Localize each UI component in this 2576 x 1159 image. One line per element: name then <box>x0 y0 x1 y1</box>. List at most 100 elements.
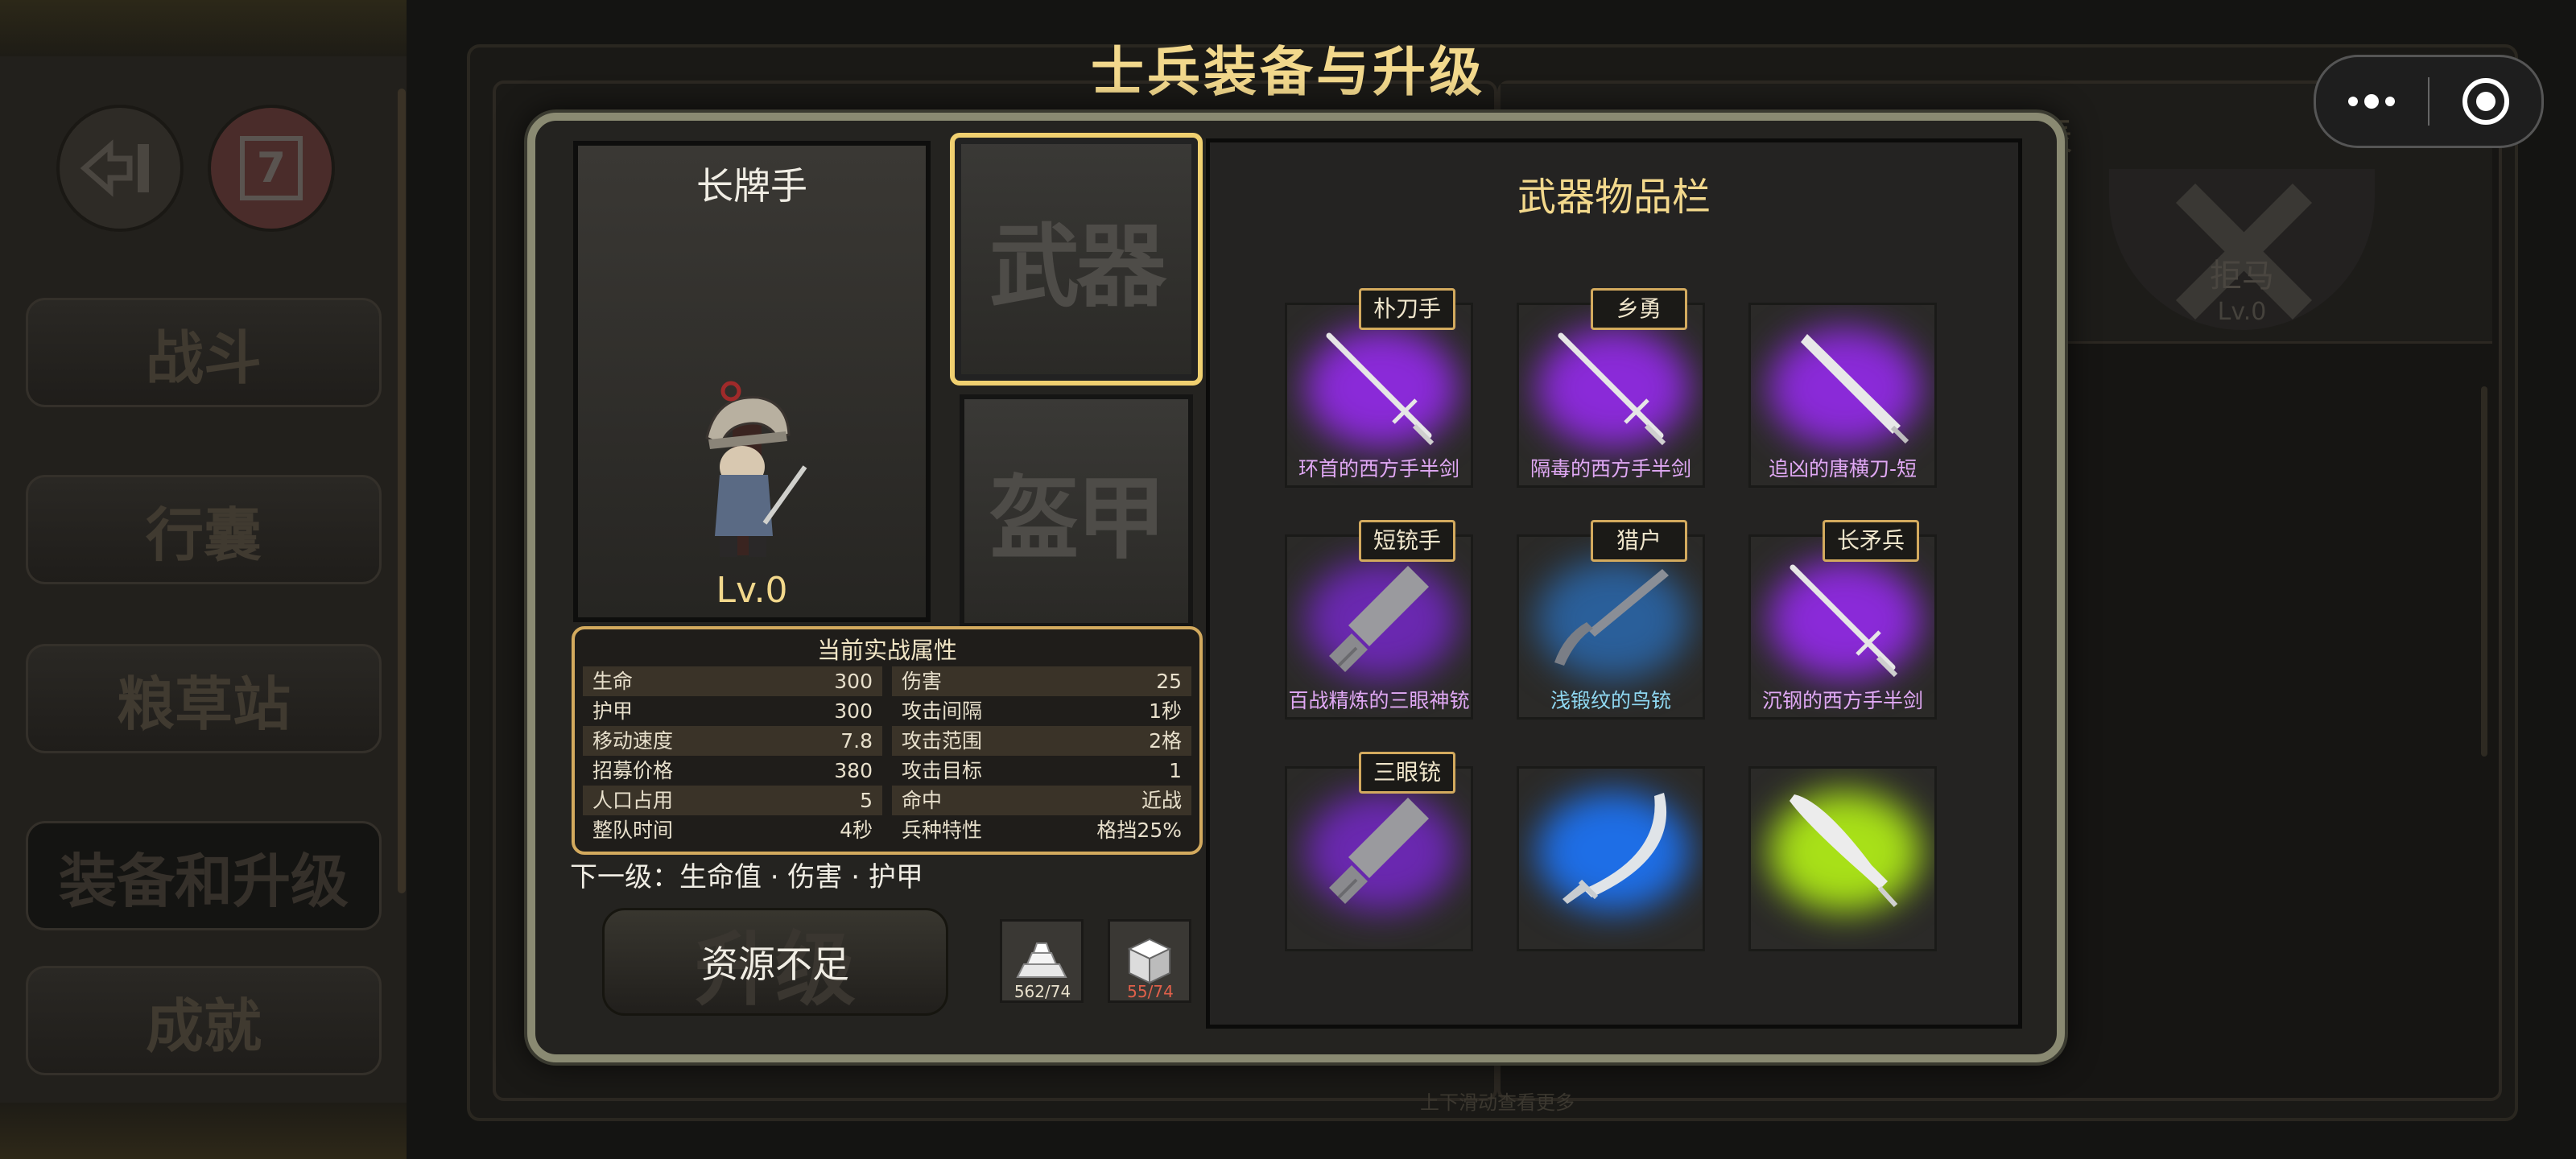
stat-value: 7.8 <box>840 729 873 753</box>
item-name: 沉钢的西方手半剑 <box>1761 689 1923 712</box>
unit-name: 长牌手 <box>696 164 807 208</box>
stat-label: 护甲 <box>592 699 634 723</box>
stat-row: 伤害 25 <box>892 666 1191 696</box>
item-name: 百战精炼的三眼神铳 <box>1288 689 1470 712</box>
stats-title: 当前实战属性 <box>816 637 957 664</box>
target-icon <box>2462 78 2509 125</box>
stat-value: 1 <box>1169 759 1182 782</box>
stat-label: 移动速度 <box>592 729 674 753</box>
stat-row: 兵种特性 格挡25% <box>892 815 1191 845</box>
unit-tag: 短铳手 <box>1359 520 1455 562</box>
armor-slot[interactable]: 盔甲 <box>960 394 1193 628</box>
inventory-item[interactable]: 百战精炼的三眼神铳 <box>1285 534 1473 720</box>
juma-level: Lv.0 <box>2217 298 2267 326</box>
calendar-button[interactable]: 7 <box>208 105 335 232</box>
upgrade-button[interactable]: 升级 资源不足 <box>602 908 948 1016</box>
stat-label: 攻击目标 <box>902 759 983 782</box>
stat-label: 人口占用 <box>592 789 674 812</box>
stat-row: 生命 300 <box>583 666 882 696</box>
stat-value: 1秒 <box>1149 699 1182 723</box>
stat-row: 命中 近战 <box>892 786 1191 815</box>
silver-count: 562/74 <box>1013 982 1071 1001</box>
inventory-title: 武器物品栏 <box>1517 175 1711 220</box>
tab-equip-upgrade[interactable]: 装备和升级 <box>26 821 382 930</box>
close-button[interactable] <box>2429 57 2541 146</box>
cube-count: 55/74 <box>1127 982 1174 1001</box>
stat-row: 护甲 300 <box>583 696 882 726</box>
item-name: 追凶的唐横刀-短 <box>1768 457 1918 481</box>
stat-value: 300 <box>834 699 873 723</box>
stat-row: 整队时间 4秒 <box>583 815 882 845</box>
combat-stats-panel: 当前实战属性 生命 300 伤害 25 护甲 300 攻击间隔 1秒移动速度 7.8 攻击范围 2格… <box>572 626 1203 855</box>
inventory-item[interactable]: 环首的西方手半剑 <box>1285 303 1473 488</box>
back-button[interactable] <box>56 105 184 232</box>
unit-tag: 乡勇 <box>1591 288 1687 330</box>
upgrade-button-label: 资源不足 <box>701 942 849 986</box>
blade-icon <box>1801 334 1909 444</box>
stats-grid: 生命 300 伤害 25 护甲 300 攻击间隔 1秒移动速度 7.8 攻击范围 2格招募价格 380… <box>583 666 1191 845</box>
inventory-item[interactable]: 浅锻纹的鸟铳 <box>1517 534 1705 720</box>
stat-label: 伤害 <box>902 670 943 693</box>
juma-label: 拒马 <box>2210 258 2274 295</box>
inventory-item[interactable]: 追凶的唐横刀-短 <box>1748 303 1937 488</box>
mini-program-capsule <box>2314 55 2544 148</box>
dao-icon <box>1790 794 1898 908</box>
stat-row: 攻击范围 2格 <box>892 726 1191 756</box>
stat-value: 2格 <box>1149 729 1182 753</box>
tab-battle[interactable]: 战斗 <box>26 298 382 407</box>
stat-value: 4秒 <box>840 819 873 842</box>
more-dots-icon <box>2348 94 2396 109</box>
stat-label: 整队时间 <box>592 819 674 842</box>
item-name: 隔毒的西方手半剑 <box>1530 457 1691 481</box>
tab-achievements[interactable]: 成就 <box>26 966 382 1075</box>
exit-arrow-icon <box>80 139 149 197</box>
soldier-sprite <box>705 381 807 557</box>
calendar-icon: 7 <box>240 136 303 200</box>
stat-label: 兵种特性 <box>902 819 983 842</box>
item-name: 环首的西方手半剑 <box>1298 457 1459 481</box>
stat-label: 命中 <box>902 789 943 812</box>
unit-tag: 三眼铳 <box>1359 752 1455 794</box>
stat-value: 格挡25% <box>1096 819 1182 842</box>
background-scrollbar[interactable] <box>2481 386 2487 757</box>
stat-row: 攻击间隔 1秒 <box>892 696 1191 726</box>
weapon-slot[interactable]: 武器 <box>950 133 1203 386</box>
stat-value: 380 <box>834 759 873 782</box>
more-button[interactable] <box>2316 57 2428 146</box>
inventory-item[interactable]: 隔毒的西方手半剑 <box>1517 303 1705 488</box>
tab-bag[interactable]: 行囊 <box>26 475 382 584</box>
weapon-slot-label: 武器 <box>989 214 1166 320</box>
next-level-info: 下一级：生命值 · 伤害 · 护甲 <box>570 861 923 893</box>
stat-row: 人口占用 5 <box>583 786 882 815</box>
scroll-hint: 上下滑动查看更多 <box>1420 1091 1575 1114</box>
unit-tag: 猎户 <box>1591 520 1687 562</box>
unit-level: Lv.0 <box>716 570 788 611</box>
stat-label: 攻击间隔 <box>902 699 983 723</box>
stat-label: 生命 <box>592 670 634 693</box>
unit-tag: 长矛兵 <box>1823 520 1919 562</box>
stat-label: 攻击范围 <box>902 729 983 753</box>
inventory-item[interactable] <box>1748 766 1937 951</box>
silver-ingot-icon <box>1016 942 1067 978</box>
stat-value: 5 <box>860 789 873 812</box>
inventory-item[interactable] <box>1517 766 1705 951</box>
page-title: 士兵装备与升级 <box>1091 40 1485 103</box>
inventory-item[interactable] <box>1285 766 1473 951</box>
stat-value: 近战 <box>1141 789 1182 812</box>
stat-row: 攻击目标 1 <box>892 756 1191 786</box>
white-cube-icon <box>1127 938 1172 984</box>
unit-tag: 朴刀手 <box>1359 288 1455 330</box>
stat-value: 25 <box>1156 670 1182 693</box>
inventory-item[interactable]: 沉钢的西方手半剑 <box>1748 534 1937 720</box>
tab-supply-station[interactable]: 粮草站 <box>26 644 382 753</box>
sidebar-top-trim <box>0 0 407 56</box>
stat-value: 300 <box>834 670 873 693</box>
armor-slot-label: 盔甲 <box>989 466 1166 571</box>
item-name: 浅锻纹的鸟铳 <box>1550 689 1671 712</box>
stat-row: 移动速度 7.8 <box>583 726 882 756</box>
sidebar-scrollbar[interactable] <box>398 89 406 893</box>
stat-label: 招募价格 <box>592 759 674 782</box>
stat-row: 招募价格 380 <box>583 756 882 786</box>
sidebar-bottom-trim <box>0 1103 407 1159</box>
saber-icon <box>1563 793 1667 904</box>
